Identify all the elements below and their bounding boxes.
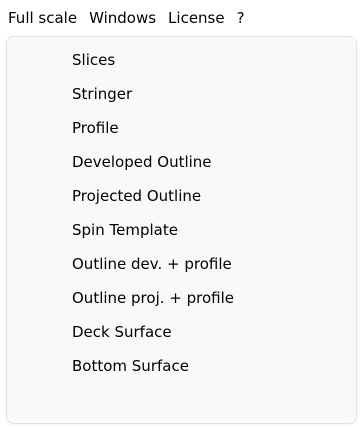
menu-bar: Full scale Windows License ? xyxy=(0,0,364,36)
menu-item-stringer[interactable]: Stringer xyxy=(7,77,356,111)
menu-license[interactable]: License xyxy=(164,0,233,36)
menu-item-slices[interactable]: Slices xyxy=(7,43,356,77)
menu-item-spin-template[interactable]: Spin Template xyxy=(7,213,356,247)
menu-item-projected-outline[interactable]: Projected Outline xyxy=(7,179,356,213)
menu-item-profile[interactable]: Profile xyxy=(7,111,356,145)
menu-full-scale[interactable]: Full scale xyxy=(4,0,86,36)
menu-item-developed-outline[interactable]: Developed Outline xyxy=(7,145,356,179)
full-scale-dropdown: Slices Stringer Profile Developed Outlin… xyxy=(6,36,357,424)
menu-help[interactable]: ? xyxy=(233,0,253,36)
menu-item-bottom-surface[interactable]: Bottom Surface xyxy=(7,349,356,383)
menu-item-outline-proj-profile[interactable]: Outline proj. + profile xyxy=(7,281,356,315)
menu-windows[interactable]: Windows xyxy=(85,0,164,36)
menu-item-deck-surface[interactable]: Deck Surface xyxy=(7,315,356,349)
menu-item-outline-dev-profile[interactable]: Outline dev. + profile xyxy=(7,247,356,281)
